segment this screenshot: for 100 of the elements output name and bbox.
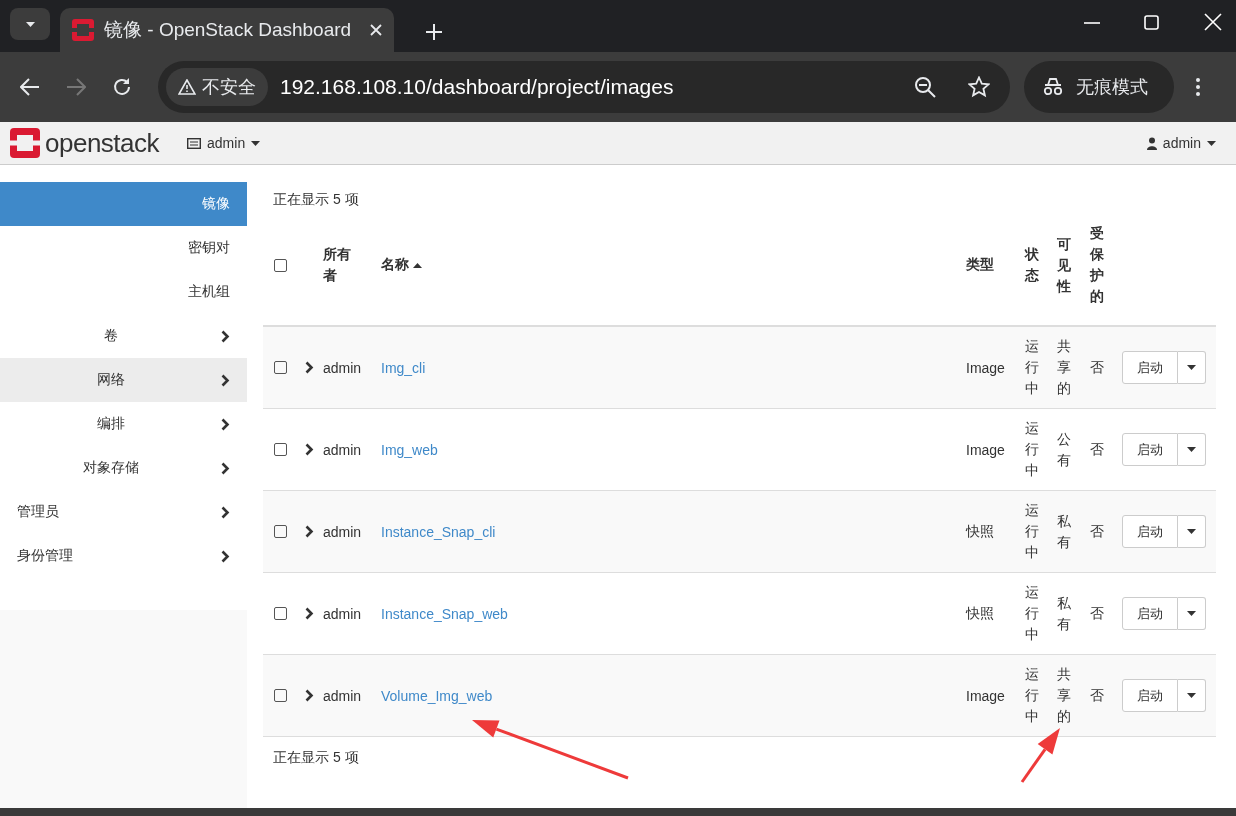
chevron-icon	[221, 549, 230, 563]
chevron-icon	[305, 525, 314, 538]
table-cell-text: admin	[323, 605, 363, 622]
close-icon[interactable]	[370, 24, 382, 36]
column-header[interactable]: 状态	[1025, 244, 1039, 286]
table-cell: 否	[1090, 358, 1104, 375]
chevron-icon	[221, 505, 230, 519]
browser-tab[interactable]: 镜像 - OpenStack Dashboard	[60, 8, 394, 52]
project-dropdown[interactable]: admin	[187, 135, 261, 151]
caret-icon	[1187, 365, 1196, 370]
row-checkbox[interactable]	[274, 525, 287, 538]
table-cell-text: 运行中	[1025, 583, 1039, 644]
chevron-icon	[221, 461, 230, 475]
image-link[interactable]: Img_cli	[381, 359, 426, 376]
sidebar-item[interactable]: 卷	[0, 314, 247, 358]
table-cell-text: 私有	[1057, 511, 1071, 552]
back-icon[interactable]	[20, 78, 40, 96]
launch-button[interactable]: 启动	[1122, 679, 1178, 712]
row-checkbox[interactable]	[274, 443, 287, 456]
sidebar-item[interactable]: 编排	[0, 402, 247, 446]
more-icon[interactable]	[1196, 77, 1200, 97]
warning-icon	[178, 79, 196, 95]
reload-icon[interactable]	[112, 77, 132, 97]
column-header[interactable]: 受保护的	[1090, 223, 1104, 307]
table-cell: 否	[1090, 686, 1104, 703]
table-cell-text: admin	[323, 441, 363, 458]
sidebar-item[interactable]: 密钥对	[0, 226, 247, 270]
list-icon	[187, 137, 202, 149]
caret-icon	[1187, 611, 1196, 616]
chevron-icon	[221, 373, 230, 387]
sidebar-item[interactable]: 镜像	[0, 182, 247, 226]
chevron-icon	[221, 417, 230, 431]
caret-icon	[1187, 447, 1196, 452]
zoom-out-icon[interactable]	[914, 76, 936, 98]
table-cell-text: 共享的	[1057, 337, 1071, 398]
dropdown-toggle[interactable]	[1178, 433, 1206, 466]
table-cell: 否	[1090, 440, 1104, 457]
sidebar-item[interactable]: 对象存储	[0, 446, 247, 490]
dropdown-toggle[interactable]	[1178, 351, 1206, 384]
caret-icon	[251, 140, 261, 146]
sort-up-icon	[413, 262, 422, 268]
annotation-arrow	[1020, 728, 1060, 783]
openstack-logo-icon	[10, 128, 40, 158]
launch-button[interactable]: 启动	[1122, 597, 1178, 630]
chevron-icon	[305, 689, 314, 702]
table-cell-text: Image	[966, 687, 1006, 704]
table-cell-text: admin	[323, 687, 363, 704]
column-header[interactable]: 名称	[381, 256, 422, 274]
dropdown-toggle[interactable]	[1178, 515, 1206, 548]
table-cell-text: Image	[966, 441, 1006, 458]
caret-icon	[1207, 140, 1216, 146]
row-checkbox[interactable]	[274, 361, 287, 374]
table-cell-text: 运行中	[1025, 419, 1039, 480]
image-link[interactable]: Instance_Snap_cli	[381, 523, 496, 540]
launch-button[interactable]: 启动	[1122, 433, 1178, 466]
chevron-icon	[305, 607, 314, 620]
launch-button[interactable]: 启动	[1122, 515, 1178, 548]
chevron-icon	[305, 361, 314, 374]
dropdown-toggle[interactable]	[1178, 679, 1206, 712]
user-dropdown[interactable]: admin	[1146, 135, 1216, 151]
image-link[interactable]: Volume_Img_web	[381, 687, 493, 704]
column-header[interactable]: 所有者	[323, 244, 351, 286]
table-cell-text: 运行中	[1025, 501, 1039, 562]
caret-icon	[25, 21, 35, 27]
table-cell-text: 公有	[1057, 429, 1071, 470]
forward-icon[interactable]	[66, 78, 86, 96]
user-icon	[1146, 136, 1157, 150]
image-link[interactable]: Img_web	[381, 441, 438, 458]
table-cell-text: admin	[323, 359, 363, 376]
sidebar-item[interactable]: 网络	[0, 358, 247, 402]
row-checkbox[interactable]	[274, 689, 287, 702]
item-count: 正在显示 5 项	[273, 749, 359, 765]
image-link[interactable]: Instance_Snap_web	[381, 605, 508, 622]
sidebar-item[interactable]: 管理员	[0, 490, 247, 534]
sidebar-item[interactable]: 身份管理	[0, 534, 247, 578]
select-all-checkbox[interactable]	[274, 258, 287, 272]
chevron-icon	[221, 329, 230, 343]
dropdown-toggle[interactable]	[1178, 597, 1206, 630]
incognito-chip[interactable]: 无痕模式	[1024, 61, 1174, 113]
sidebar-item[interactable]: 主机组	[0, 270, 247, 314]
caret-icon	[1187, 693, 1196, 698]
table-cell-text: Image	[966, 359, 1006, 376]
address-bar[interactable]: 不安全 192.168.108.10/dashboard/project/images	[158, 61, 1010, 113]
incognito-icon	[1042, 77, 1064, 97]
table-cell-text: 运行中	[1025, 337, 1039, 398]
table-cell: 否	[1090, 522, 1104, 539]
new-tab-icon[interactable]	[426, 24, 442, 40]
item-count: 正在显示 5 项	[273, 191, 359, 207]
logo-text: openstack	[45, 127, 160, 159]
table-cell-text: 共享的	[1057, 665, 1071, 726]
table-cell-text: 私有	[1057, 593, 1071, 634]
column-header[interactable]: 可见性	[1057, 233, 1071, 297]
caret-icon	[1187, 529, 1196, 534]
column-header[interactable]: 类型	[966, 256, 994, 274]
row-checkbox[interactable]	[274, 607, 287, 620]
table-cell-text: admin	[323, 523, 363, 540]
table-cell-text: 运行中	[1025, 665, 1039, 726]
star-icon[interactable]	[968, 76, 990, 98]
launch-button[interactable]: 启动	[1122, 351, 1178, 384]
security-chip[interactable]: 不安全	[166, 68, 268, 106]
